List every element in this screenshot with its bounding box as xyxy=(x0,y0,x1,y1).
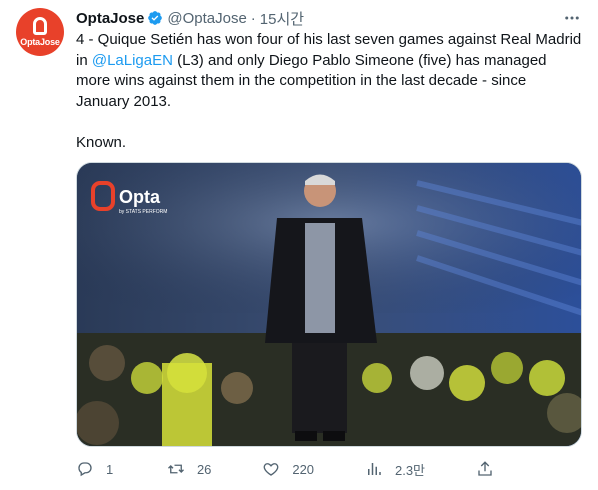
opta-logo-icon xyxy=(33,17,47,35)
avatar[interactable]: OptaJose xyxy=(16,8,64,56)
like-count: 220 xyxy=(292,461,315,477)
tweet-media[interactable]: Opta by STATS PERFORM xyxy=(76,162,582,447)
media-photo: Opta by STATS PERFORM xyxy=(77,163,581,446)
like-button[interactable]: 220 xyxy=(262,460,314,478)
views-button[interactable]: 2.3만 xyxy=(365,460,425,479)
reply-icon xyxy=(78,462,92,477)
views-count: 2.3만 xyxy=(394,462,426,478)
mention-link[interactable]: @LaLigaEN xyxy=(92,52,173,69)
watermark-sub: by STATS PERFORM xyxy=(119,209,167,215)
retweet-icon xyxy=(167,464,184,474)
more-options-button[interactable] xyxy=(562,8,582,28)
tweet-header: OptaJose @OptaJose · 15시간 xyxy=(76,8,582,28)
watermark-text: Opta xyxy=(119,187,161,207)
tweet-text: 4 - Quique Setién has won four of his la… xyxy=(76,30,582,153)
timestamp[interactable]: 15시간 xyxy=(260,8,304,29)
more-icon xyxy=(565,16,579,20)
reply-button[interactable]: 1 xyxy=(76,460,116,478)
verified-badge-icon xyxy=(148,11,163,25)
retweet-count: 26 xyxy=(196,461,212,477)
display-name[interactable]: OptaJose xyxy=(76,10,144,27)
retweet-button[interactable]: 26 xyxy=(167,460,211,478)
analytics-icon xyxy=(367,463,381,475)
share-icon xyxy=(478,461,492,476)
tweet-actions: 1 26 220 2.3만 xyxy=(76,458,506,480)
separator-dot: · xyxy=(250,9,256,27)
heart-icon xyxy=(263,463,279,476)
share-button[interactable] xyxy=(476,460,506,478)
avatar-text: OptaJose xyxy=(20,37,60,47)
handle[interactable]: @OptaJose xyxy=(167,10,246,27)
reply-count: 1 xyxy=(106,461,114,477)
